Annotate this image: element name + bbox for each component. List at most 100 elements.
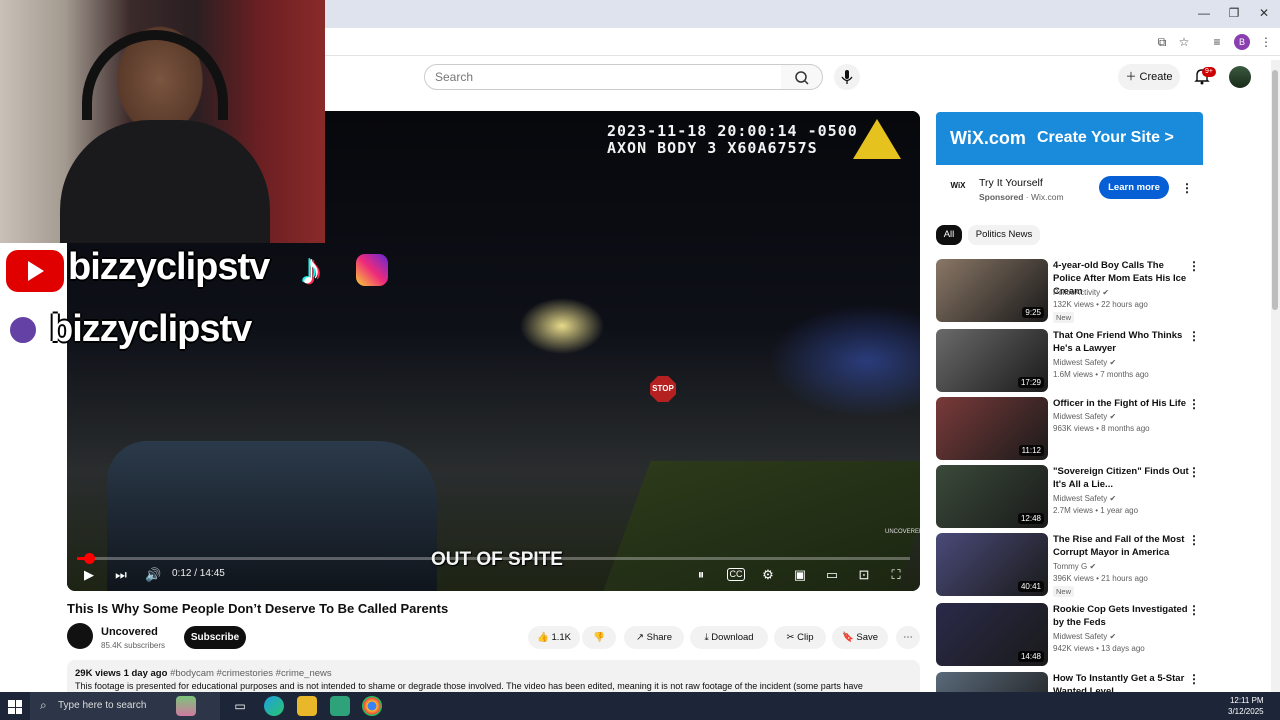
bookmark-star-icon[interactable]: ☆	[1176, 34, 1192, 50]
recommendation-channel[interactable]: Midwest Safety ✔	[1053, 412, 1116, 421]
recommendation-title[interactable]: "Sovereign Citizen" Finds Out It's All a…	[1053, 465, 1191, 491]
recommendation-item[interactable]: How To Instantly Get a 5-Star Wanted Lev…	[936, 672, 1206, 692]
captions-button[interactable]: CC	[727, 568, 745, 581]
thumbs-down-icon: 👎	[593, 632, 605, 643]
recommendation-channel-name: PoliceActivity	[1053, 288, 1101, 297]
next-button[interactable]: ⏭	[113, 567, 129, 583]
autoplay-toggle[interactable]: ⏸	[689, 567, 713, 583]
recommendation-channel[interactable]: Midwest Safety ✔	[1053, 632, 1116, 641]
miniplayer-icon: ▣	[793, 567, 807, 582]
recommendation-thumbnail[interactable]	[936, 672, 1048, 692]
learn-more-button[interactable]: Learn more	[1099, 176, 1169, 199]
recommendation-channel[interactable]: PoliceActivity ✔	[1053, 288, 1109, 297]
recommendation-channel-name: Midwest Safety	[1053, 412, 1108, 421]
recommendation-menu-icon[interactable]: ⋮	[1188, 397, 1200, 411]
youtube-play-icon	[28, 261, 44, 281]
profile-avatar[interactable]: B	[1234, 34, 1250, 50]
stop-sign-text: STOP	[652, 384, 674, 393]
recommendation-menu-icon[interactable]: ⋮	[1188, 533, 1200, 547]
restore-button[interactable]: ❐	[1224, 4, 1244, 22]
recommendation-menu-icon[interactable]: ⋮	[1188, 603, 1200, 617]
recommendation-item[interactable]: 12:48 "Sovereign Citizen" Finds Out It's …	[936, 465, 1206, 529]
recommendation-menu-icon[interactable]: ⋮	[1188, 672, 1200, 686]
bodycam-device-id: AXON BODY 3 X60A6757S	[607, 139, 818, 157]
recommendation-title[interactable]: The Rise and Fall of the Most Corrupt Ma…	[1053, 533, 1191, 559]
play-button[interactable]: ▶	[81, 567, 97, 583]
recommendation-item[interactable]: 9:25 4-year-old Boy Calls The Police Afte…	[936, 259, 1206, 323]
recommendation-title[interactable]: Rookie Cop Gets Investigated by the Feds	[1053, 603, 1191, 629]
download-button[interactable]: ⤓ Download	[690, 626, 768, 649]
bodycam-timestamp: 2023-11-18 20:00:14 -0500	[607, 122, 858, 140]
chip-all[interactable]: All	[936, 225, 962, 245]
search-input[interactable]: Search	[424, 64, 782, 90]
recommendation-thumbnail[interactable]: 40:41	[936, 533, 1048, 596]
edge-icon[interactable]	[264, 696, 284, 716]
taskbar-search-icon: ⌕	[40, 698, 47, 712]
recommendation-title[interactable]: How To Instantly Get a 5-Star Wanted Lev…	[1053, 672, 1191, 692]
more-actions-button[interactable]: ⋯	[896, 626, 920, 649]
media-controls-icon[interactable]: ≡	[1209, 34, 1225, 50]
dislike-button[interactable]: 👎	[582, 626, 616, 649]
verified-icon: ✔	[1109, 494, 1117, 503]
share-button[interactable]: ↗ Share	[624, 626, 684, 649]
close-button[interactable]: ✕	[1254, 4, 1274, 22]
file-explorer-icon[interactable]	[297, 696, 317, 716]
ad-menu-icon[interactable]: ⋮	[1181, 180, 1193, 196]
recommendation-menu-icon[interactable]: ⋮	[1188, 465, 1200, 479]
recommendation-title[interactable]: Officer in the Fight of His Life	[1053, 397, 1191, 410]
like-button[interactable]: 👍 1.1K	[528, 626, 580, 649]
recommendation-item[interactable]: 17:29 That One Friend Who Thinks He's a L…	[936, 329, 1206, 393]
recommendation-meta: 963K views • 8 months ago	[1053, 424, 1150, 433]
recommendation-menu-icon[interactable]: ⋮	[1188, 329, 1200, 343]
recommendation-channel[interactable]: Tommy G ✔	[1053, 562, 1096, 571]
settings-button[interactable]: ⚙	[759, 567, 777, 583]
taskbar-widget-icon[interactable]	[176, 696, 196, 716]
like-count: 1.1K	[551, 632, 571, 643]
install-app-icon[interactable]: ⧉	[1154, 34, 1170, 50]
browser-menu-icon[interactable]: ⋮	[1258, 34, 1274, 50]
chip-politics-news[interactable]: Politics News	[968, 225, 1040, 245]
recommendation-thumbnail[interactable]: 14:48	[936, 603, 1048, 666]
recommendation-thumbnail[interactable]: 9:25	[936, 259, 1048, 322]
cast-button[interactable]: ⊡	[855, 567, 873, 583]
recommendation-item[interactable]: 14:48 Rookie Cop Gets Investigated by the…	[936, 603, 1206, 667]
minimize-button[interactable]: —	[1194, 4, 1214, 22]
theater-mode-button[interactable]: ▭	[823, 567, 841, 583]
recommendation-title[interactable]: That One Friend Who Thinks He's a Lawyer	[1053, 329, 1191, 355]
channel-name[interactable]: Uncovered	[101, 626, 158, 638]
taskbar-app-icon[interactable]	[330, 696, 350, 716]
recommendation-channel[interactable]: Midwest Safety ✔	[1053, 494, 1116, 503]
miniplayer-button[interactable]: ▣	[791, 567, 809, 583]
create-button[interactable]: ＋ Create	[1118, 64, 1180, 90]
recommendation-item[interactable]: 11:12 Officer in the Fight of His Life Mid…	[936, 397, 1206, 461]
clip-button[interactable]: ✂ Clip	[774, 626, 826, 649]
windows-start-button[interactable]	[8, 700, 22, 714]
progress-bar[interactable]	[77, 553, 910, 564]
recommendation-thumbnail[interactable]: 17:29	[936, 329, 1048, 392]
search-button[interactable]	[781, 64, 823, 90]
fullscreen-button[interactable]: ⛶	[887, 567, 905, 583]
taskbar-clock[interactable]: 12:11 PM 3/12/2025	[1228, 695, 1264, 717]
volume-button[interactable]: 🔊	[145, 567, 161, 583]
channel-avatar[interactable]	[67, 623, 93, 649]
recommendation-meta: 2.7M views • 1 year ago	[1053, 506, 1139, 515]
recommendation-item[interactable]: 40:41 The Rise and Fall of the Most Corru…	[936, 533, 1206, 597]
scrollbar-thumb[interactable]	[1272, 70, 1278, 310]
task-view-icon[interactable]: ▭	[230, 696, 250, 716]
recommendation-thumbnail[interactable]: 11:12	[936, 397, 1048, 460]
recommendation-menu-icon[interactable]: ⋮	[1188, 259, 1200, 273]
progress-scrubber[interactable]	[83, 553, 95, 564]
recommendation-meta: 132K views • 22 hours ago	[1053, 300, 1148, 309]
subscribe-button[interactable]: Subscribe	[184, 626, 246, 649]
recommendation-thumbnail[interactable]: 12:48	[936, 465, 1048, 528]
scissors-icon: ✂	[786, 632, 798, 643]
recommendation-channel[interactable]: Midwest Safety ✔	[1053, 358, 1116, 367]
next-icon: ⏭	[115, 567, 127, 582]
chrome-icon[interactable]	[362, 696, 382, 716]
hashtags[interactable]: #bodycam #crimestories #crime_news	[170, 668, 332, 679]
account-avatar[interactable]	[1229, 66, 1251, 88]
gear-icon: ⚙	[762, 567, 774, 582]
save-button[interactable]: 🔖 Save	[832, 626, 888, 649]
duration-badge: 12:48	[1017, 513, 1044, 524]
voice-search-button[interactable]	[834, 64, 860, 90]
